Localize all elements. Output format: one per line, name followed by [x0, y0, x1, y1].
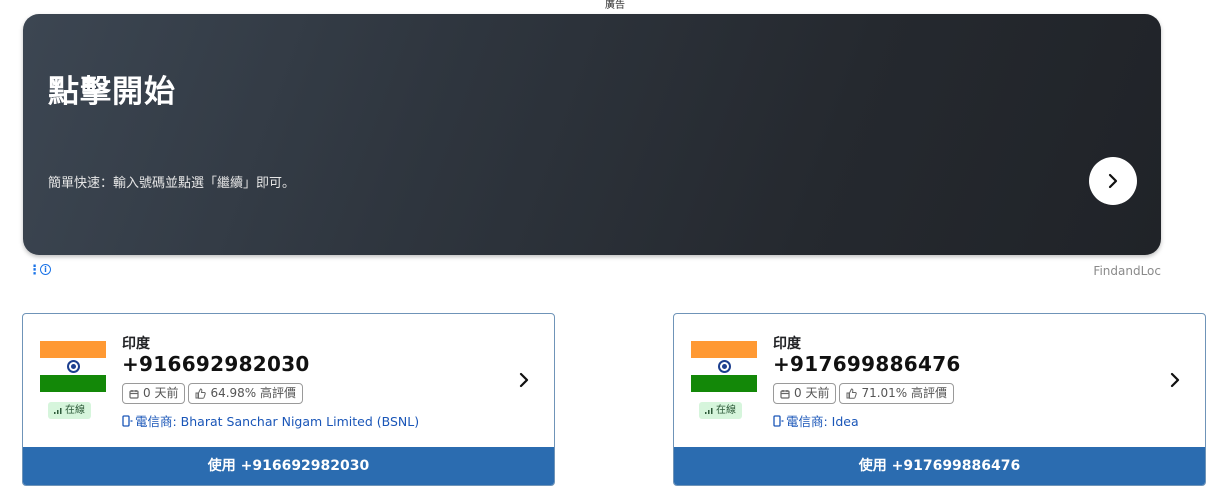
signal-icon [54, 408, 62, 414]
age-badge: 0 天前 [122, 383, 186, 404]
rating-text: 64.98% 高評價 [210, 386, 297, 400]
thumbs-up-icon [846, 388, 858, 399]
phone-number: +917699886476 [773, 352, 961, 376]
ad-title: 點擊開始 [48, 74, 176, 110]
use-number-button[interactable]: 使用 +917699886476 [674, 447, 1205, 485]
use-number-button[interactable]: 使用 +916692982030 [23, 447, 554, 485]
rating-text: 71.01% 高評價 [861, 386, 948, 400]
country-name: 印度 [773, 336, 801, 352]
carrier-text: 電信商: Bharat Sanchar Nigam Limited (BSNL) [135, 414, 420, 429]
chevron-right-icon [1108, 173, 1118, 189]
phone-icon [122, 414, 133, 427]
rating-badge: 71.01% 高評價 [839, 383, 955, 404]
carrier-text: 電信商: Idea [786, 414, 859, 429]
online-status-badge: 在線 [699, 402, 742, 419]
ad-banner[interactable]: 點擊開始 簡單快速：輸入號碼並點選「繼續」即可。 [23, 14, 1161, 255]
ad-brand: FindandLoc [1093, 264, 1161, 278]
rating-badge: 64.98% 高評價 [188, 383, 304, 404]
phone-icon [773, 414, 784, 427]
chevron-right-icon[interactable] [515, 370, 533, 390]
carrier-info: 電信商: Bharat Sanchar Nigam Limited (BSNL) [122, 411, 419, 430]
calendar-icon [780, 389, 790, 399]
ad-label: 廣告 [605, 0, 625, 11]
online-status-label: 在線 [65, 405, 85, 416]
age-text: 0 天前 [794, 386, 830, 400]
info-icon[interactable]: i [40, 264, 51, 275]
phone-number-card[interactable]: 在線 印度 +917699886476 0 天前 71.01% 高評價 電信商:… [673, 313, 1206, 486]
card-meta: 0 天前 64.98% 高評價 [122, 383, 304, 404]
online-status-label: 在線 [716, 405, 736, 416]
ad-footer: ⋮ i FindandLoc [23, 263, 1161, 279]
online-status-badge: 在線 [48, 402, 91, 419]
age-badge: 0 天前 [773, 383, 837, 404]
india-flag-icon [40, 341, 106, 392]
signal-icon [705, 408, 713, 414]
card-meta: 0 天前 71.01% 高評價 [773, 383, 955, 404]
age-text: 0 天前 [143, 386, 179, 400]
india-flag-icon [691, 341, 757, 392]
country-name: 印度 [122, 336, 150, 352]
carrier-info: 電信商: Idea [773, 411, 859, 430]
phone-number: +916692982030 [122, 352, 310, 376]
more-vertical-icon[interactable]: ⋮ [28, 264, 41, 278]
ad-description: 簡單快速：輸入號碼並點選「繼續」即可。 [48, 176, 296, 191]
chevron-right-icon[interactable] [1166, 370, 1184, 390]
calendar-icon [129, 389, 139, 399]
ad-continue-button[interactable] [1089, 157, 1137, 205]
thumbs-up-icon [195, 388, 207, 399]
phone-number-card[interactable]: 在線 印度 +916692982030 0 天前 64.98% 高評價 電信商:… [22, 313, 555, 486]
